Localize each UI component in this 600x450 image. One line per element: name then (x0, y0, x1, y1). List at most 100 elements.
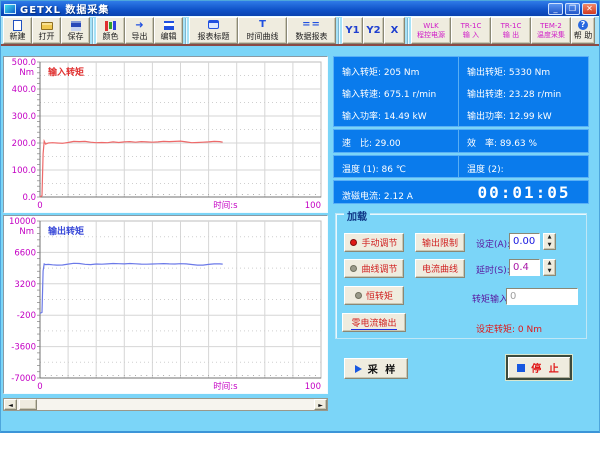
report-title-icon (208, 19, 219, 30)
svg-text:-200: -200 (17, 311, 36, 321)
elapsed-timer: 00:01:05 (464, 183, 584, 202)
excitation-current-reading: 激磁电流: 2.12 A (342, 189, 413, 202)
svg-text:输入转矩: 输入转矩 (48, 66, 84, 78)
temperature1-reading: 温度 (1): 86 ℃ (342, 162, 406, 175)
edit-lines-icon (164, 20, 174, 31)
input-power-reading: 输入功率: 14.49 kW (342, 109, 427, 122)
app-window: GETXL 数据采集 _ ❐ ✕ 新建 打开 保存 颜色 ➜ 导出 (0, 0, 600, 433)
close-button[interactable]: ✕ (582, 3, 597, 15)
toolbar-separator (185, 18, 187, 44)
color-button[interactable]: 颜色 (96, 17, 125, 44)
scroll-right-arrow[interactable]: ► (314, 399, 327, 410)
save-disk-icon (71, 20, 81, 31)
load-groupbox: 加载 手动调节 曲线调节 恒转矩 零电流输出 输出限制 电流曲线 设定(A): … (335, 213, 587, 339)
set-current-label: 设定(A): (476, 237, 510, 250)
restore-button[interactable]: ❐ (565, 3, 580, 15)
radio-dot-icon (350, 239, 357, 246)
zero-current-output-button[interactable]: 零电流输出 (342, 313, 406, 332)
output-speed-reading: 输出转速: 23.28 r/min (467, 87, 561, 100)
input-torque-reading: 输入转矩: 205 Nm (342, 65, 419, 78)
svg-text:6600: 6600 (14, 248, 36, 258)
temperature-panel: 温度 (1): 86 ℃ 温度 (2): (333, 155, 589, 178)
toolbar-separator (407, 18, 409, 44)
radio-dot-icon (350, 265, 357, 272)
svg-text:400.0: 400.0 (12, 85, 36, 95)
horizontal-scrollbar[interactable]: ◄ ► (3, 398, 328, 411)
x-axis-button[interactable]: X (384, 17, 405, 44)
open-folder-icon (41, 20, 53, 31)
set-torque-readout: 设定转矩: 0 Nm (476, 322, 542, 335)
data-report-button[interactable]: == 数据报表 (287, 17, 336, 44)
input-speed-reading: 输入转速: 675.1 r/min (342, 87, 436, 100)
help-button[interactable]: ? 帮 助 (571, 17, 595, 44)
radio-dot-icon (355, 292, 362, 299)
help-icon: ? (578, 20, 588, 30)
stop-button[interactable]: 停 止 (506, 355, 572, 380)
svg-text:500.0: 500.0 (12, 58, 36, 68)
svg-text:Nm: Nm (19, 227, 34, 237)
open-button[interactable]: 打开 (32, 17, 61, 44)
y2-axis-button[interactable]: Y2 (363, 17, 384, 44)
wlk-power-button[interactable]: WLK 程控电源 (411, 17, 451, 44)
tr1c-input-button[interactable]: TR-1C 输 入 (451, 17, 491, 44)
svg-text:10000: 10000 (9, 217, 36, 227)
time-curve-icon: T (259, 19, 266, 30)
svg-text:100: 100 (305, 382, 321, 392)
current-curve-button[interactable]: 电流曲线 (415, 259, 465, 278)
delay-field[interactable] (509, 259, 540, 276)
set-current-stepper[interactable]: ▲▼ (543, 233, 556, 250)
svg-text:输出转矩: 输出转矩 (48, 225, 84, 237)
new-button[interactable]: 新建 (3, 17, 32, 44)
panel-divider (458, 156, 459, 177)
tem2-temperature-button[interactable]: TEM-2 温度采集 (531, 17, 571, 44)
speed-ratio-reading: 速 比: 29.00 (342, 136, 401, 149)
svg-text:时间:s: 时间:s (213, 381, 238, 392)
title-bar: GETXL 数据采集 _ ❐ ✕ (1, 1, 599, 16)
constant-torque-mode-button[interactable]: 恒转矩 (344, 286, 404, 305)
y1-axis-button[interactable]: Y1 (342, 17, 363, 44)
manual-adjust-mode-button[interactable]: 手动调节 (344, 233, 404, 252)
edit-button[interactable]: 编辑 (154, 17, 183, 44)
svg-text:3200: 3200 (14, 280, 36, 290)
delay-stepper[interactable]: ▲▼ (543, 259, 556, 276)
output-torque-reading: 输出转矩: 5330 Nm (467, 65, 550, 78)
output-limit-button[interactable]: 输出限制 (415, 233, 465, 252)
scroll-left-arrow[interactable]: ◄ (4, 399, 17, 410)
torque-input-field[interactable] (506, 288, 578, 305)
minimize-button[interactable]: _ (548, 3, 563, 15)
svg-text:100: 100 (305, 201, 321, 211)
svg-text:0: 0 (37, 201, 42, 211)
sample-button[interactable]: 采 样 (344, 358, 408, 379)
ratio-efficiency-panel: 速 比: 29.00 效 率: 89.63 % (333, 129, 589, 153)
time-curve-button[interactable]: T 时间曲线 (238, 17, 287, 44)
play-icon (355, 365, 362, 373)
toolbar-separator (338, 18, 340, 44)
curve-adjust-mode-button[interactable]: 曲线调节 (344, 259, 404, 278)
output-power-reading: 输出功率: 12.99 kW (467, 109, 552, 122)
scrollbar-track[interactable] (17, 399, 314, 410)
input-torque-chart: 500.0Nm400.0300.0200.0100.00.00100时间:s输入… (3, 56, 328, 213)
save-button[interactable]: 保存 (61, 17, 90, 44)
app-icon (4, 4, 16, 14)
toolbar: 新建 打开 保存 颜色 ➜ 导出 编辑 报表标题 T 时间曲线 (1, 16, 599, 46)
panel-divider (458, 130, 459, 152)
efficiency-reading: 效 率: 89.63 % (467, 136, 537, 149)
temperature2-reading: 温度 (2): (467, 162, 504, 175)
report-title-button[interactable]: 报表标题 (189, 17, 238, 44)
svg-text:Nm: Nm (19, 68, 34, 78)
data-report-icon: == (302, 19, 321, 30)
svg-text:100.0: 100.0 (12, 166, 36, 176)
tr1c-output-button[interactable]: TR-1C 输 出 (491, 17, 531, 44)
load-groupbox-title: 加载 (344, 208, 370, 223)
export-button[interactable]: ➜ 导出 (125, 17, 154, 44)
torque-speed-power-panel: 输入转矩: 205 Nm 输出转矩: 5330 Nm 输入转速: 675.1 r… (333, 56, 589, 127)
set-current-field[interactable] (509, 233, 540, 250)
svg-text:-7000: -7000 (11, 374, 36, 384)
current-timer-panel: 激磁电流: 2.12 A 00:01:05 (333, 180, 589, 204)
export-arrow-icon: ➜ (135, 20, 143, 31)
svg-text:300.0: 300.0 (12, 112, 36, 122)
scrollbar-thumb[interactable] (19, 399, 37, 410)
stop-square-icon (517, 364, 525, 372)
toolbar-separator (92, 18, 94, 44)
svg-text:-3600: -3600 (11, 343, 36, 353)
